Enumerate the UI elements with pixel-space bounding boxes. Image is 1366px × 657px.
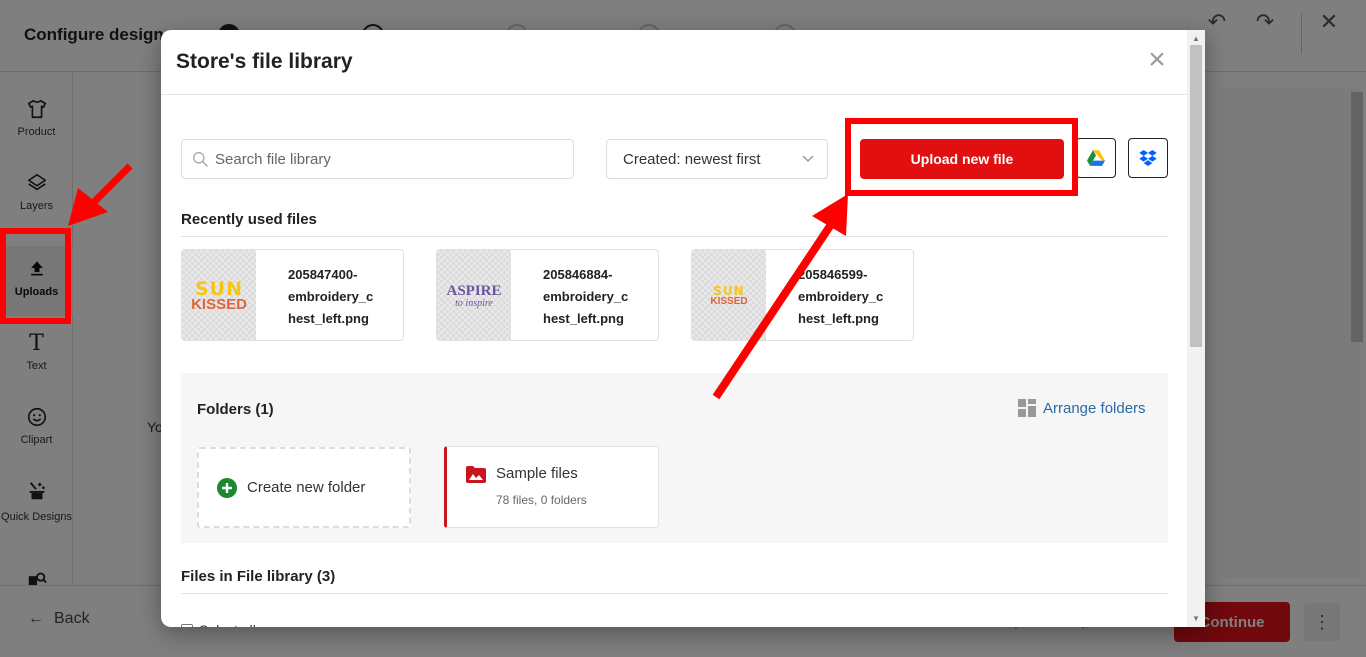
create-folder-label: Create new folder bbox=[247, 479, 366, 496]
sort-dropdown[interactable]: Created: newest first bbox=[606, 139, 828, 179]
file-name-line: 205846599- bbox=[798, 267, 868, 282]
file-library-modal: Store's file library × Created: newest f… bbox=[161, 30, 1205, 627]
file-name: 205846599- embroidery_c hest_left.png bbox=[798, 264, 898, 330]
modal-scrollbar-thumb[interactable] bbox=[1190, 45, 1202, 347]
create-folder-button[interactable]: Create new folder bbox=[197, 447, 411, 528]
file-name-line: 205847400- bbox=[288, 267, 358, 282]
recent-file-card[interactable]: ASPIRE to inspire 205846884- embroidery_… bbox=[436, 249, 659, 341]
files-section-title: Files in File library (3) bbox=[181, 568, 336, 585]
select-all-label: Select all bbox=[199, 622, 256, 627]
search-input-wrapper[interactable] bbox=[181, 139, 574, 179]
sort-selected-value: Created: newest first bbox=[623, 150, 761, 168]
file-thumbnail: SUN KISSED bbox=[692, 250, 766, 340]
google-drive-button[interactable] bbox=[1076, 138, 1116, 178]
file-name: 205847400- embroidery_c hest_left.png bbox=[288, 264, 388, 330]
modal-scrollbar[interactable]: ▲ ▼ bbox=[1187, 30, 1205, 627]
arrange-folders-label: Arrange folders bbox=[1043, 399, 1146, 417]
sunkissed-logo-bottom: KISSED bbox=[710, 295, 748, 307]
arrange-folders-link[interactable]: Arrange folders bbox=[1018, 399, 1146, 417]
file-name-line: embroidery_c bbox=[288, 289, 374, 304]
dropbox-icon bbox=[1139, 150, 1157, 166]
file-name: 205846884- embroidery_c hest_left.png bbox=[543, 264, 643, 330]
recent-file-card[interactable]: SUN KISSED 205846599- embroidery_c hest_… bbox=[691, 249, 914, 341]
upload-new-file-button[interactable]: Upload new file bbox=[860, 139, 1064, 179]
file-name-line: embroidery_c bbox=[798, 289, 884, 304]
file-thumbnail: ASPIRE to inspire bbox=[437, 250, 511, 340]
sunkissed-logo-top: SUN bbox=[194, 277, 243, 300]
recent-file-card[interactable]: SUN KISSED 205847400- embroidery_c hest_… bbox=[181, 249, 404, 341]
recent-files-title: Recently used files bbox=[181, 211, 317, 228]
search-icon bbox=[193, 151, 208, 167]
folders-panel: Folders (1) Arrange folders Create new f… bbox=[181, 373, 1168, 543]
chevron-down-icon bbox=[802, 155, 814, 163]
select-all-checkbox[interactable]: Select all bbox=[181, 622, 256, 627]
dropbox-button[interactable] bbox=[1128, 138, 1168, 178]
file-name-line: 205846884- bbox=[543, 267, 613, 282]
folder-meta: 78 files, 0 folders bbox=[496, 493, 587, 507]
plus-circle-icon bbox=[217, 477, 237, 498]
aspire-logo-bottom: to inspire bbox=[455, 297, 493, 309]
grid-icon bbox=[1018, 399, 1036, 417]
folders-title: Folders (1) bbox=[197, 401, 274, 418]
scroll-down-arrow-icon[interactable]: ▼ bbox=[1191, 614, 1201, 623]
file-name-line: hest_left.png bbox=[798, 311, 879, 326]
folder-image-icon bbox=[466, 466, 486, 483]
folder-name: Sample files bbox=[496, 465, 578, 482]
modal-title: Store's file library bbox=[176, 50, 353, 73]
google-drive-icon bbox=[1087, 150, 1105, 166]
modal-header: Store's file library × bbox=[161, 30, 1187, 95]
recent-divider bbox=[181, 236, 1168, 237]
aspire-logo-top: ASPIRE bbox=[446, 282, 502, 299]
close-icon[interactable]: × bbox=[1143, 45, 1171, 75]
scroll-up-arrow-icon[interactable]: ▲ bbox=[1191, 34, 1201, 43]
search-input[interactable] bbox=[215, 150, 555, 168]
file-name-line: embroidery_c bbox=[543, 289, 629, 304]
sunkissed-logo-bottom: KISSED bbox=[191, 295, 247, 313]
folder-card[interactable]: Sample files 78 files, 0 folders bbox=[444, 446, 659, 528]
file-name-line: hest_left.png bbox=[288, 311, 369, 326]
file-thumbnail: SUN KISSED bbox=[182, 250, 256, 340]
checkbox-icon[interactable] bbox=[181, 624, 193, 627]
sunkissed-logo-top: SUN bbox=[713, 283, 745, 298]
files-divider bbox=[181, 593, 1168, 594]
file-name-line: hest_left.png bbox=[543, 311, 624, 326]
